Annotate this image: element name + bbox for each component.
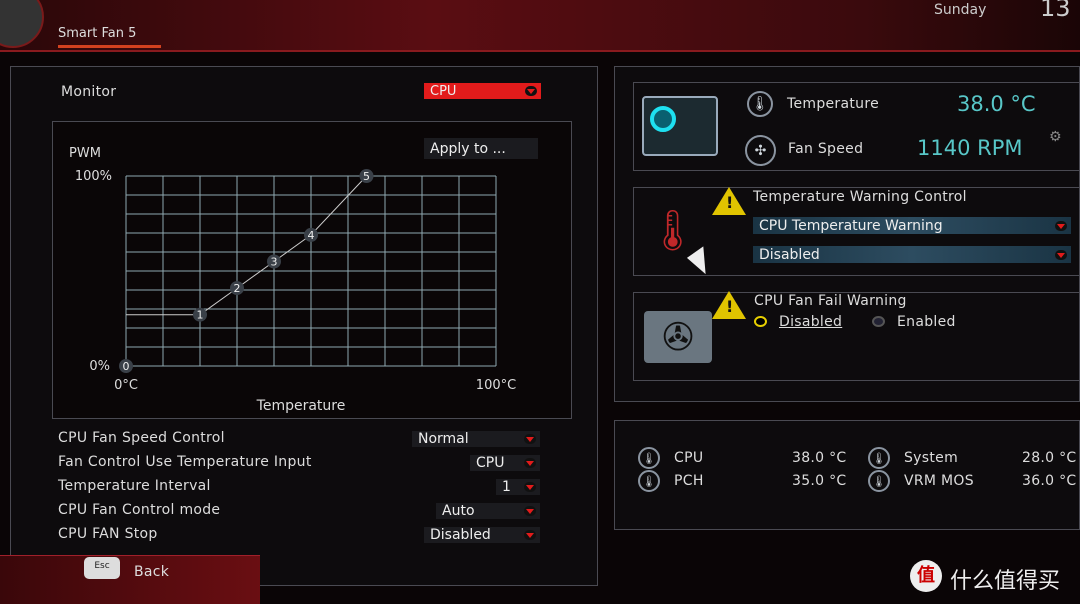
fan-speed-value: 1140 RPM — [917, 136, 1023, 160]
radio-enabled[interactable] — [872, 316, 885, 327]
temp-warning-title: Temperature Warning Control — [753, 189, 967, 205]
date-label: 13 — [1040, 0, 1071, 22]
fan-speed-label: Fan Speed — [788, 141, 864, 157]
fan-icon: ✣ — [745, 135, 776, 166]
setting-value: 1 — [502, 479, 511, 495]
case-fan-icon: ✇ — [644, 311, 712, 363]
setting-select[interactable]: Auto — [436, 503, 540, 519]
setting-select[interactable]: Normal — [412, 431, 540, 447]
warning-icon: ! — [712, 187, 746, 215]
sensor-name: PCH — [674, 473, 704, 489]
sensor-value: 28.0 °C — [1022, 450, 1077, 466]
thermometer-icon: 🌡 — [638, 447, 660, 469]
warning-icon: ! — [712, 291, 746, 319]
chevron-down-icon — [524, 482, 536, 492]
option-disabled-label[interactable]: Disabled — [779, 314, 842, 330]
chevron-down-icon — [524, 506, 536, 516]
watermark-logo: 值 — [910, 560, 942, 592]
temperature-value: 38.0 °C — [957, 92, 1036, 116]
sensor-name: CPU — [674, 450, 704, 466]
setting-value: Normal — [418, 431, 469, 447]
temp-warning-value-select[interactable]: Disabled — [753, 246, 1071, 263]
temp-warning-source-select[interactable]: CPU Temperature Warning — [753, 217, 1071, 234]
chevron-down-icon — [524, 434, 536, 444]
thermometer-icon: 🌡 — [747, 91, 773, 117]
temperature-label: Temperature — [787, 96, 879, 112]
setting-label: CPU FAN Stop — [58, 526, 158, 542]
thermometer-icon: 🌡 — [868, 447, 890, 469]
watermark-text: 什么值得买 — [950, 569, 1061, 594]
x-tick-label: 0°C — [114, 378, 138, 393]
y-axis-label: PWM — [69, 146, 101, 161]
setting-value: CPU — [476, 455, 505, 471]
fan-curve-svg[interactable]: 0 1 2 3 4 5 PWM 100% 0% 0°C 100°C Temperature — [52, 121, 572, 419]
chevron-down-icon — [525, 86, 537, 96]
setting-value: Auto — [442, 503, 475, 519]
setting-select[interactable]: 1 — [496, 479, 540, 495]
chevron-down-icon — [1055, 249, 1067, 260]
fan-curve-line — [199, 175, 367, 316]
setting-label: Fan Control Use Temperature Input — [58, 454, 312, 470]
y-tick-label: 0% — [89, 359, 110, 374]
back-button[interactable]: Back — [134, 564, 169, 580]
x-tick-label: 100°C — [476, 378, 516, 393]
option-enabled-label[interactable]: Enabled — [897, 314, 956, 330]
footer-bar — [0, 555, 260, 604]
temp-warning-value: Disabled — [759, 246, 820, 263]
curve-point-label: 0 — [123, 360, 130, 373]
day-label: Sunday — [934, 2, 987, 18]
setting-select[interactable]: CPU — [470, 455, 540, 471]
chevron-down-icon — [524, 530, 536, 540]
sensor-value: 36.0 °C — [1022, 473, 1077, 489]
setting-value: Disabled — [430, 527, 491, 543]
curve-point-label: 4 — [308, 229, 315, 242]
fan-fail-title: CPU Fan Fail Warning — [754, 293, 907, 309]
temp-warning-source-value: CPU Temperature Warning — [759, 217, 943, 234]
monitor-label: Monitor — [61, 84, 117, 100]
monitor-value: CPU — [430, 83, 457, 99]
y-tick-label: 100% — [75, 169, 112, 184]
radio-disabled[interactable] — [754, 316, 767, 327]
setting-label: Temperature Interval — [58, 478, 211, 494]
monitor-select[interactable]: CPU — [424, 83, 541, 99]
sensor-value: 35.0 °C — [792, 473, 847, 489]
curve-point-label: 2 — [234, 282, 241, 295]
chevron-down-icon — [524, 458, 536, 468]
thermometer-icon: 🌡 — [638, 470, 660, 492]
setting-select[interactable]: Disabled — [424, 527, 540, 543]
esc-key-icon[interactable]: Esc — [84, 557, 120, 579]
active-tab-indicator — [58, 45, 161, 48]
pc-case-icon — [642, 96, 718, 156]
curve-point-label: 5 — [363, 170, 370, 183]
curve-point-label: 1 — [197, 309, 204, 322]
setting-label: CPU Fan Control mode — [58, 502, 221, 518]
top-bar — [0, 0, 1080, 52]
setting-label: CPU Fan Speed Control — [58, 430, 225, 446]
sensor-value: 38.0 °C — [792, 450, 847, 466]
tab-smart-fan-5[interactable]: Smart Fan 5 — [58, 26, 136, 41]
sensor-name: System — [904, 450, 959, 466]
curve-point-label: 3 — [271, 256, 278, 269]
gear-icon[interactable]: ⚙ — [1049, 129, 1062, 145]
sensor-name: VRM MOS — [904, 473, 974, 489]
x-axis-label: Temperature — [256, 398, 346, 414]
chevron-down-icon — [1055, 220, 1067, 231]
thermometer-icon: 🌡 — [868, 470, 890, 492]
